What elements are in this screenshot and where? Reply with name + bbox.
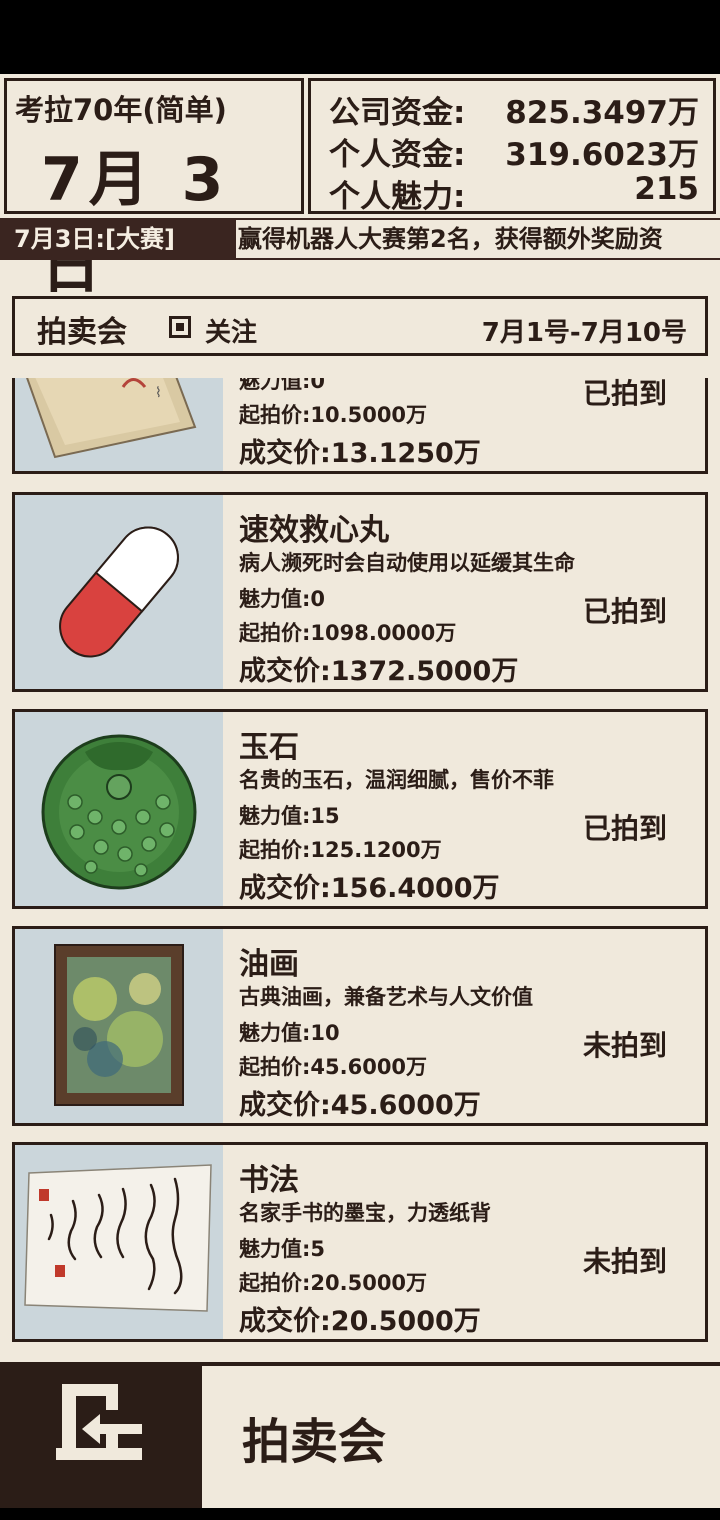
- jade-image: [15, 712, 223, 906]
- auction-item[interactable]: 书法 名家手书的墨宝，力透纸背 魅力值:5 起拍价:20.5000万 成交价:2…: [12, 1142, 708, 1342]
- section-title: 拍卖会: [37, 315, 127, 350]
- auction-item[interactable]: 玉石 名贵的玉石，温润细腻，售价不菲 魅力值:15 起拍价:125.1200万 …: [12, 709, 708, 909]
- item-status: 已拍到: [583, 595, 668, 628]
- auction-header: 拍卖会 关注 7月1号-7月10号: [12, 296, 708, 356]
- svg-text:⌇: ⌇: [155, 385, 162, 401]
- book-image: ⌇: [15, 378, 223, 471]
- follow-label[interactable]: 关注: [205, 312, 257, 349]
- follow-checkbox[interactable]: [169, 316, 191, 338]
- item-name: 玉石: [239, 730, 299, 765]
- bottom-title: 拍卖会: [242, 1414, 387, 1470]
- item-desc: 病人濒死时会自动使用以延缓其生命: [239, 551, 575, 575]
- item-name: 速效救心丸: [239, 513, 389, 548]
- personal-charm-value: 215: [634, 171, 699, 207]
- personal-funds-label: 个人资金:: [329, 137, 466, 173]
- date-panel: 考拉70年(简单) 7月 3 日: [4, 78, 304, 302]
- item-charm: 魅力值:0: [239, 587, 326, 611]
- bottom-bar: 拍卖会: [0, 1362, 720, 1508]
- item-status: 已拍到: [583, 378, 668, 410]
- item-start-price: 起拍价:45.6000万: [239, 1055, 428, 1079]
- item-name: 油画: [239, 947, 299, 982]
- news-ticker: 7月3日:[大赛] 赢得机器人大赛第2名，获得额外奖励资: [0, 218, 720, 260]
- item-status: 未拍到: [583, 1245, 668, 1278]
- ticker-message: 赢得机器人大赛第2名，获得额外奖励资: [236, 220, 720, 258]
- auction-item[interactable]: ⌇ 魅力值:0 起拍价:10.5000万 成交价:13.1250万 已拍到: [12, 378, 708, 474]
- calligraphy-image: [15, 1145, 223, 1339]
- company-funds-label: 公司资金:: [329, 95, 466, 131]
- item-start-price: 起拍价:125.1200万: [239, 838, 442, 862]
- item-charm: 魅力值:0: [239, 378, 326, 393]
- item-final-price: 成交价:1372.5000万: [239, 656, 519, 687]
- item-status: 未拍到: [583, 1029, 668, 1062]
- personal-funds-value: 319.6023万: [505, 137, 699, 173]
- item-name: 书法: [239, 1163, 299, 1198]
- personal-charm-label: 个人魅力:: [329, 179, 466, 215]
- item-status: 已拍到: [583, 812, 668, 845]
- auction-list[interactable]: ⌇ 魅力值:0 起拍价:10.5000万 成交价:13.1250万 已拍到 速效…: [0, 378, 720, 1350]
- item-charm: 魅力值:10: [239, 1021, 340, 1045]
- item-start-price: 起拍价:20.5000万: [239, 1271, 428, 1295]
- auction-item[interactable]: 速效救心丸 病人濒死时会自动使用以延缓其生命 魅力值:0 起拍价:1098.00…: [12, 492, 708, 692]
- pill-image: [15, 495, 223, 689]
- funds-panel: 公司资金: 825.3497万 个人资金: 319.6023万 个人魅力: 21…: [308, 78, 716, 215]
- exit-button[interactable]: [0, 1362, 200, 1508]
- nav-strip: [0, 1508, 720, 1520]
- year-mode: 考拉70年(简单): [15, 93, 227, 127]
- auction-item[interactable]: 油画 古典油画，兼备艺术与人文价值 魅力值:10 起拍价:45.6000万 成交…: [12, 926, 708, 1126]
- item-final-price: 成交价:156.4000万: [239, 873, 500, 904]
- company-funds-value: 825.3497万: [505, 95, 699, 131]
- bottom-title-area: 拍卖会: [202, 1366, 720, 1508]
- painting-image: [15, 929, 223, 1123]
- personal-funds: 个人资金: 319.6023万: [329, 129, 699, 173]
- item-final-price: 成交价:45.6000万: [239, 1090, 481, 1121]
- item-desc: 名家手书的墨宝，力透纸背: [239, 1201, 491, 1225]
- item-desc: 古典油画，兼备艺术与人文价值: [239, 985, 533, 1009]
- header: 考拉70年(简单) 7月 3 日 公司资金: 825.3497万 个人资金: 3…: [0, 74, 720, 302]
- status-bar: [0, 0, 720, 74]
- item-desc: 名贵的玉石，温润细腻，售价不菲: [239, 768, 554, 792]
- date-range: 7月1号-7月10号: [481, 318, 687, 348]
- item-final-price: 成交价:13.1250万: [239, 438, 481, 469]
- exit-door-icon: [56, 1384, 142, 1460]
- ticker-prefix: 7月3日:[大赛]: [0, 218, 232, 260]
- item-start-price: 起拍价:10.5000万: [239, 403, 428, 427]
- item-final-price: 成交价:20.5000万: [239, 1306, 481, 1337]
- item-start-price: 起拍价:1098.0000万: [239, 621, 457, 645]
- item-charm: 魅力值:15: [239, 804, 340, 828]
- company-funds: 公司资金: 825.3497万: [329, 87, 699, 131]
- item-charm: 魅力值:5: [239, 1237, 326, 1261]
- personal-charm: 个人魅力: 215: [329, 171, 699, 215]
